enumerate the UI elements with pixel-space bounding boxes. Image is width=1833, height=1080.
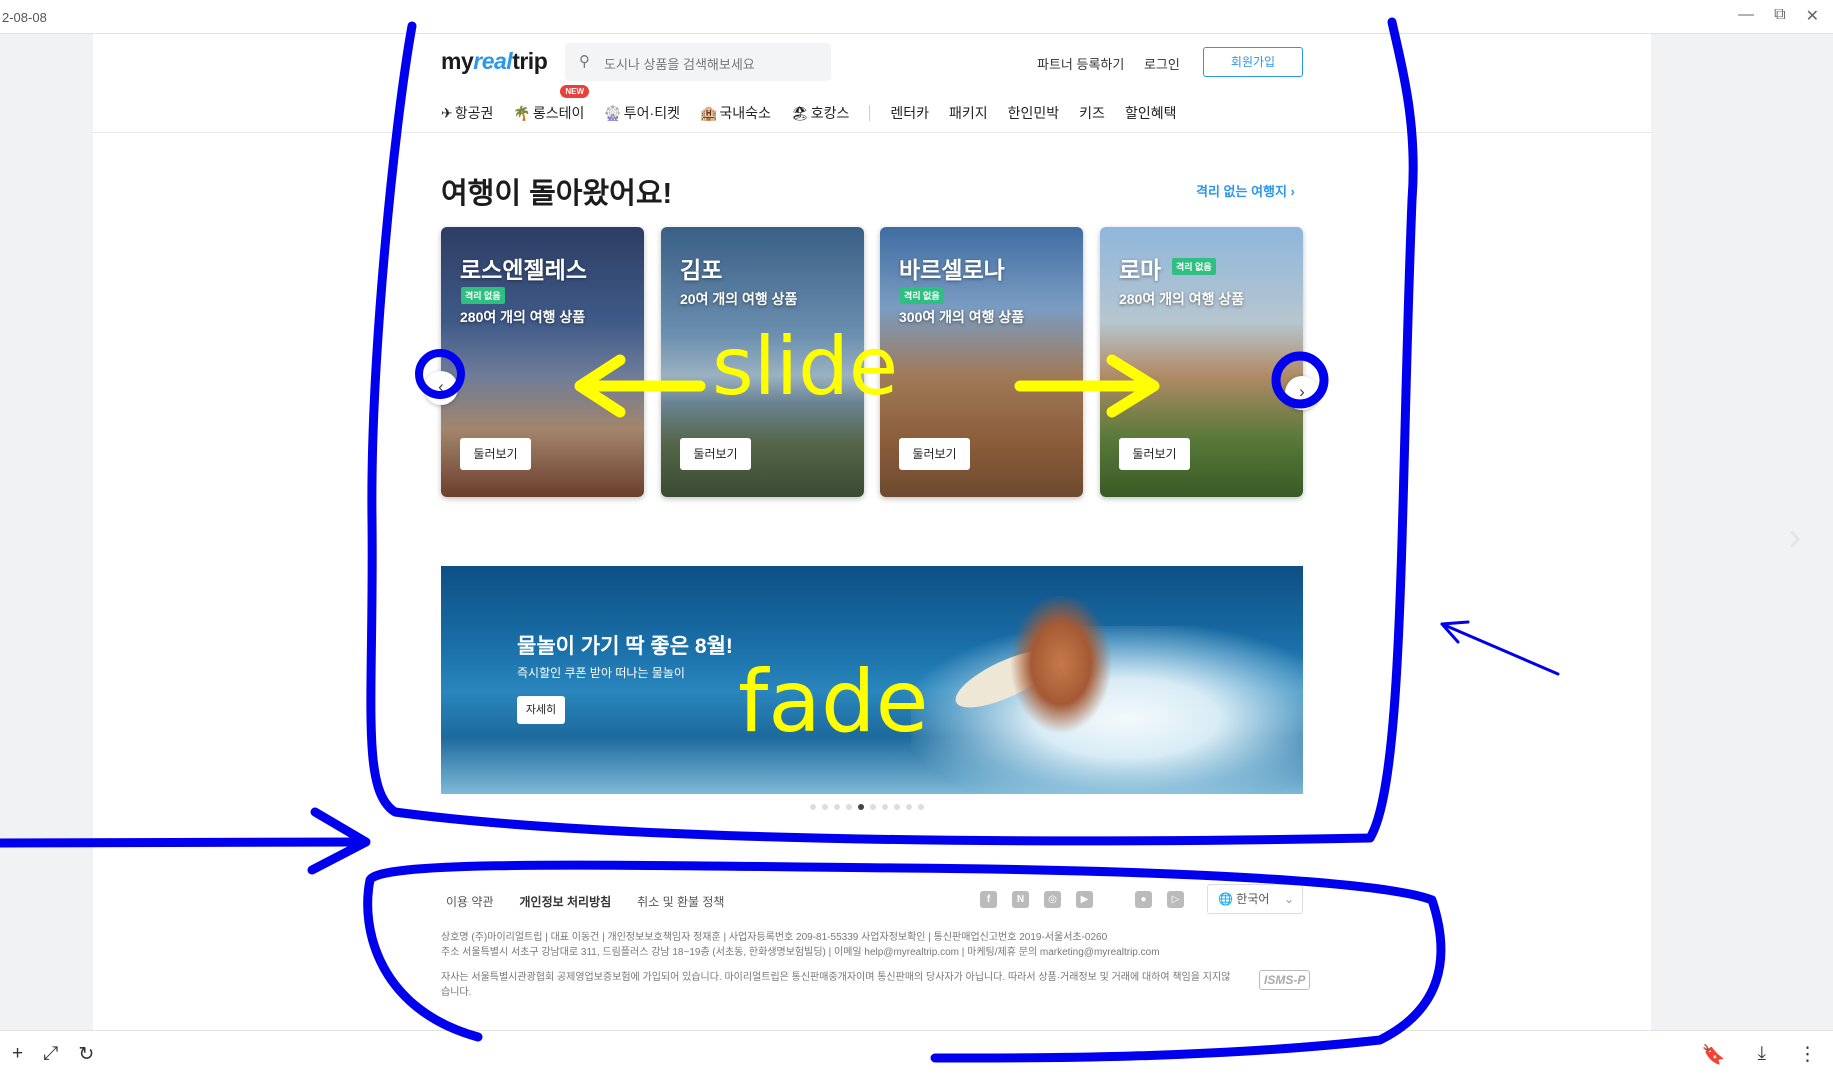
myrealtrip-logo[interactable]: myrealtrip [441,48,548,75]
refund-policy-link[interactable]: 취소 및 환불 정책 [637,893,724,910]
pagination-dot[interactable] [846,804,852,810]
surfer [1001,596,1121,746]
isms-certification-logo: ISMS-P [1259,970,1311,990]
pagination-dot[interactable] [894,804,900,810]
privacy-link[interactable]: 개인정보 처리방침 [520,893,612,910]
browse-button[interactable]: 둘러보기 [680,438,751,470]
viewer-toolbar-top: 2-08-08 — ⧉ ✕ [0,0,1833,34]
minimize-icon[interactable]: — [1738,6,1754,26]
facebook-icon[interactable]: f [980,891,997,908]
pagination-dot[interactable] [882,804,888,810]
pagination-dot[interactable] [870,804,876,810]
banner-subtitle: 즉시할인 쿠폰 받아 떠나는 물놀이 [517,666,685,680]
footer-links: 이용 약관 개인정보 처리방침 취소 및 환불 정책 [446,893,724,910]
airplane-icon: ✈ [441,104,453,121]
carousel-next-button[interactable]: › [1285,376,1319,410]
search-icon: ⚲ [579,53,590,70]
annotation-fade-text: fade [738,652,929,752]
nav-item-discount[interactable]: 할인혜택 [1125,103,1177,123]
more-icon[interactable]: ⋮ [1798,1043,1817,1067]
palm-tree-icon: 🌴 [513,104,531,121]
nav-item-hocance[interactable]: 🏖 호캉스 [791,103,849,123]
window-controls: — ⧉ ✕ [1738,6,1819,26]
naver-blog-icon[interactable]: N [1012,891,1029,908]
bookmark-icon[interactable]: 🔖 [1702,1043,1726,1067]
section-title: 여행이 돌아왔어요! [441,178,673,210]
destination-card-rome[interactable]: 로마 격리 없음 280여 개의 여행 상품 둘러보기 [1100,227,1303,497]
add-icon[interactable]: + [12,1043,23,1066]
ferris-wheel-icon: 🎡 [604,104,622,121]
destination-card-barcelona[interactable]: 바르셀로나 격리 없음 300여 개의 여행 상품 둘러보기 [880,227,1083,497]
partner-register-link[interactable]: 파트너 등록하기 [1037,57,1124,72]
pagination-dot[interactable] [834,804,840,810]
restore-icon[interactable]: ⧉ [1774,6,1785,26]
pagination-dot[interactable] [822,804,828,810]
chevron-down-icon: ⌄ [1283,892,1294,906]
nav-item-domestic-lodging[interactable]: 🏨 국내숙소 [700,103,771,123]
no-quarantine-badge: 격리 없음 [900,287,944,304]
pagination-dot[interactable] [906,804,912,810]
no-quarantine-badge: 격리 없음 [461,287,505,304]
browse-button[interactable]: 둘러보기 [899,438,970,470]
viewer-next-icon[interactable]: › [1788,515,1801,560]
search-input[interactable]: ⚲ 도시나 상품을 검색해보세요 [565,43,831,81]
nav-item-kids[interactable]: 키즈 [1079,103,1105,123]
viewer-toolbar-bottom: + ⤢ ↻ 🔖 ⤓ ⋮ [0,1030,1833,1080]
web-page: myrealtrip ⚲ 도시나 상품을 검색해보세요 파트너 등록하기 로그인… [93,34,1651,1030]
no-quarantine-badge: 격리 없음 [1172,258,1216,275]
rotate-icon[interactable]: ↻ [78,1043,94,1066]
language-select[interactable]: 🌐 한국어 ⌄ [1207,884,1303,914]
nav-item-flights[interactable]: ✈ 항공권 [441,103,493,123]
beach-icon: 🏖 [790,104,809,121]
instagram-icon[interactable]: ◎ [1044,891,1061,908]
expand-icon[interactable]: ⤢ [43,1043,58,1066]
nav-divider [869,105,871,121]
signup-button[interactable]: 회원가입 [1203,47,1303,77]
download-icon[interactable]: ⤓ [1758,1043,1766,1067]
pagination-dot[interactable] [858,804,864,810]
hotel-icon: 🏨 [699,104,718,121]
header-divider [93,132,1651,133]
browse-button[interactable]: 둘러보기 [1119,438,1190,470]
nav-item-package[interactable]: 패키지 [949,103,988,123]
banner-title: 물놀이 가기 딱 좋은 8월! [517,635,733,658]
nav-item-minbak[interactable]: 한인민박 [1008,103,1060,123]
viewer-date: 2-08-08 [2,10,47,25]
nav-item-tour-ticket[interactable]: 🎡 투어·티켓 [604,103,680,123]
nav-item-longstay[interactable]: NEW 🌴 롱스테이 [513,85,590,123]
apple-icon[interactable]: ● [1135,891,1152,908]
destination-card-los-angeles[interactable]: 로스엔젤레스 격리 없음 280여 개의 여행 상품 둘러보기 [441,227,644,497]
main-nav: ✈ 항공권 NEW 🌴 롱스테이 🎡 투어·티켓 🏨 국내숙소 🏖 호캉스 렌터카 패키지 … [441,85,1196,126]
youtube-icon[interactable]: ▶ [1076,891,1093,908]
google-play-icon[interactable]: ▷ [1167,891,1184,908]
quarantine-free-link[interactable]: 격리 없는 여행지 › [1196,181,1295,200]
globe-icon: 🌐 [1218,892,1237,906]
new-badge: NEW [560,85,590,98]
social-links: f N ◎ ▶ ● ▷ [980,891,1184,908]
carousel-prev-button[interactable]: ‹ [424,371,458,405]
nav-item-rentcar[interactable]: 렌터카 [890,103,929,123]
annotation-slide-text: slide [712,320,899,413]
header-links: 파트너 등록하기 로그인 [1037,54,1196,73]
login-link[interactable]: 로그인 [1144,57,1180,72]
search-placeholder: 도시나 상품을 검색해보세요 [604,57,755,72]
banner-detail-button[interactable]: 자세히 [517,696,565,724]
pagination-dot[interactable] [810,804,816,810]
close-icon[interactable]: ✕ [1806,6,1819,26]
terms-link[interactable]: 이용 약관 [446,893,494,910]
pagination-dot[interactable] [918,804,924,810]
company-info: 상호명 (주)마이리얼트립 | 대표 이동건 | 개인정보보호책임자 정재훈 |… [441,932,1231,998]
browse-button[interactable]: 둘러보기 [460,438,531,470]
banner-pagination [810,804,924,810]
